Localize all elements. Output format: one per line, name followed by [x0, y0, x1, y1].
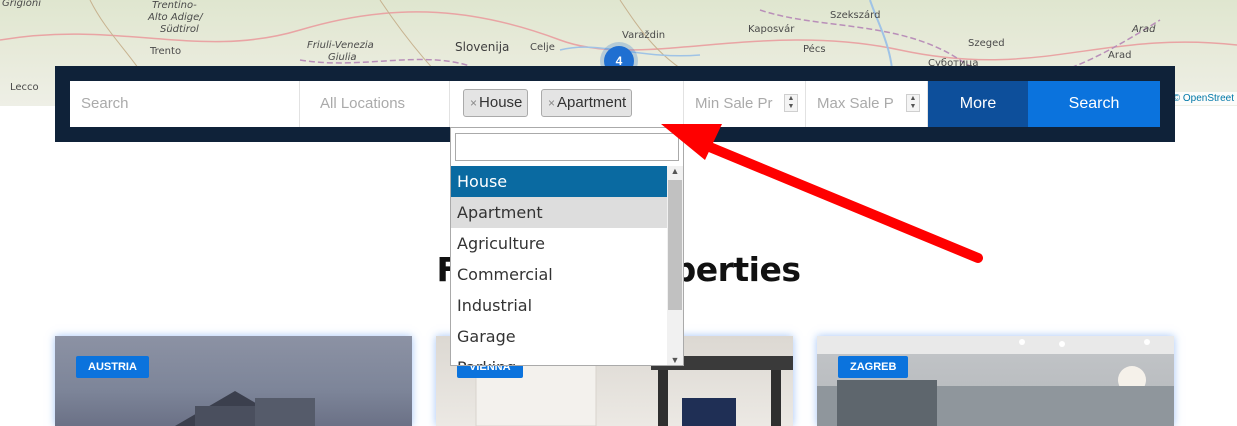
search-placeholder: Search [81, 95, 129, 112]
number-spinner-icon[interactable]: ▲ ▼ [784, 94, 798, 112]
scrollbar-thumb[interactable] [668, 180, 682, 310]
option-apartment[interactable]: Apartment [451, 197, 667, 228]
min-price-input[interactable]: Min Sale Pr ▲ ▼ [684, 81, 806, 127]
property-type-multiselect[interactable]: × House × Apartment [450, 81, 684, 127]
max-price-input[interactable]: Max Sale P ▲ ▼ [806, 81, 928, 127]
map-label: Kaposvár [748, 24, 795, 35]
location-placeholder: All Locations [320, 95, 406, 112]
option-agriculture[interactable]: Agriculture [451, 228, 667, 259]
property-image [817, 336, 1174, 426]
remove-tag-icon[interactable]: × [548, 96, 555, 110]
max-price-placeholder: Max Sale P [817, 95, 894, 112]
map-label: Szekszárd [830, 10, 881, 21]
more-button[interactable]: More [928, 81, 1028, 127]
map-label: Trentino- [152, 0, 197, 11]
map-label: Arad [1108, 50, 1132, 61]
map-label: Arad [1132, 24, 1156, 35]
option-commercial[interactable]: Commercial [451, 259, 667, 290]
type-tag-label: Apartment [557, 94, 627, 111]
location-select[interactable]: All Locations [300, 81, 450, 127]
option-garage[interactable]: Garage [451, 321, 667, 352]
property-card[interactable]: AUSTRIA [55, 336, 412, 426]
map-label: Slovenija [455, 40, 510, 54]
map-label: Giulia [328, 52, 357, 63]
min-price-placeholder: Min Sale Pr [695, 95, 773, 112]
scroll-down-icon[interactable]: ▼ [667, 355, 683, 365]
map-label: Celje [530, 42, 555, 53]
option-parking[interactable]: Parking [451, 352, 667, 365]
map-label: Varaždin [622, 30, 666, 41]
map-label: Südtirol [160, 24, 199, 35]
map-label: Lecco [10, 82, 39, 93]
dropdown-search-input[interactable] [455, 133, 679, 161]
scroll-up-icon[interactable]: ▲ [667, 166, 683, 176]
property-image [175, 391, 315, 426]
type-tag-label: House [479, 94, 523, 111]
property-type-dropdown: House Apartment Agriculture Commercial I… [450, 127, 684, 366]
type-tag-house: × House [463, 89, 529, 117]
number-spinner-icon[interactable]: ▲ ▼ [906, 94, 920, 112]
location-badge: ZAGREB [838, 356, 909, 378]
option-house[interactable]: House [451, 166, 667, 197]
map-label: Friuli-Venezia [307, 40, 374, 51]
map-label: Alto Adige/ [148, 12, 203, 23]
search-input[interactable]: Search [70, 81, 300, 127]
option-industrial[interactable]: Industrial [451, 290, 667, 321]
type-tag-apartment: × Apartment [541, 89, 633, 117]
search-button[interactable]: Search [1028, 81, 1160, 127]
map-attribution[interactable]: © OpenStreet [1169, 92, 1237, 105]
property-card[interactable]: ZAGREB [817, 336, 1174, 426]
dropdown-scrollbar[interactable]: ▲ ▼ [667, 166, 683, 365]
map-label: Grigioni [2, 0, 41, 9]
location-badge: AUSTRIA [76, 356, 149, 378]
heading-right: perties [672, 250, 801, 289]
map-label: Szeged [968, 38, 1005, 49]
remove-tag-icon[interactable]: × [470, 96, 477, 110]
map-label: Trento [150, 46, 182, 57]
dropdown-options: House Apartment Agriculture Commercial I… [451, 166, 667, 365]
map-label: Pécs [803, 44, 826, 55]
